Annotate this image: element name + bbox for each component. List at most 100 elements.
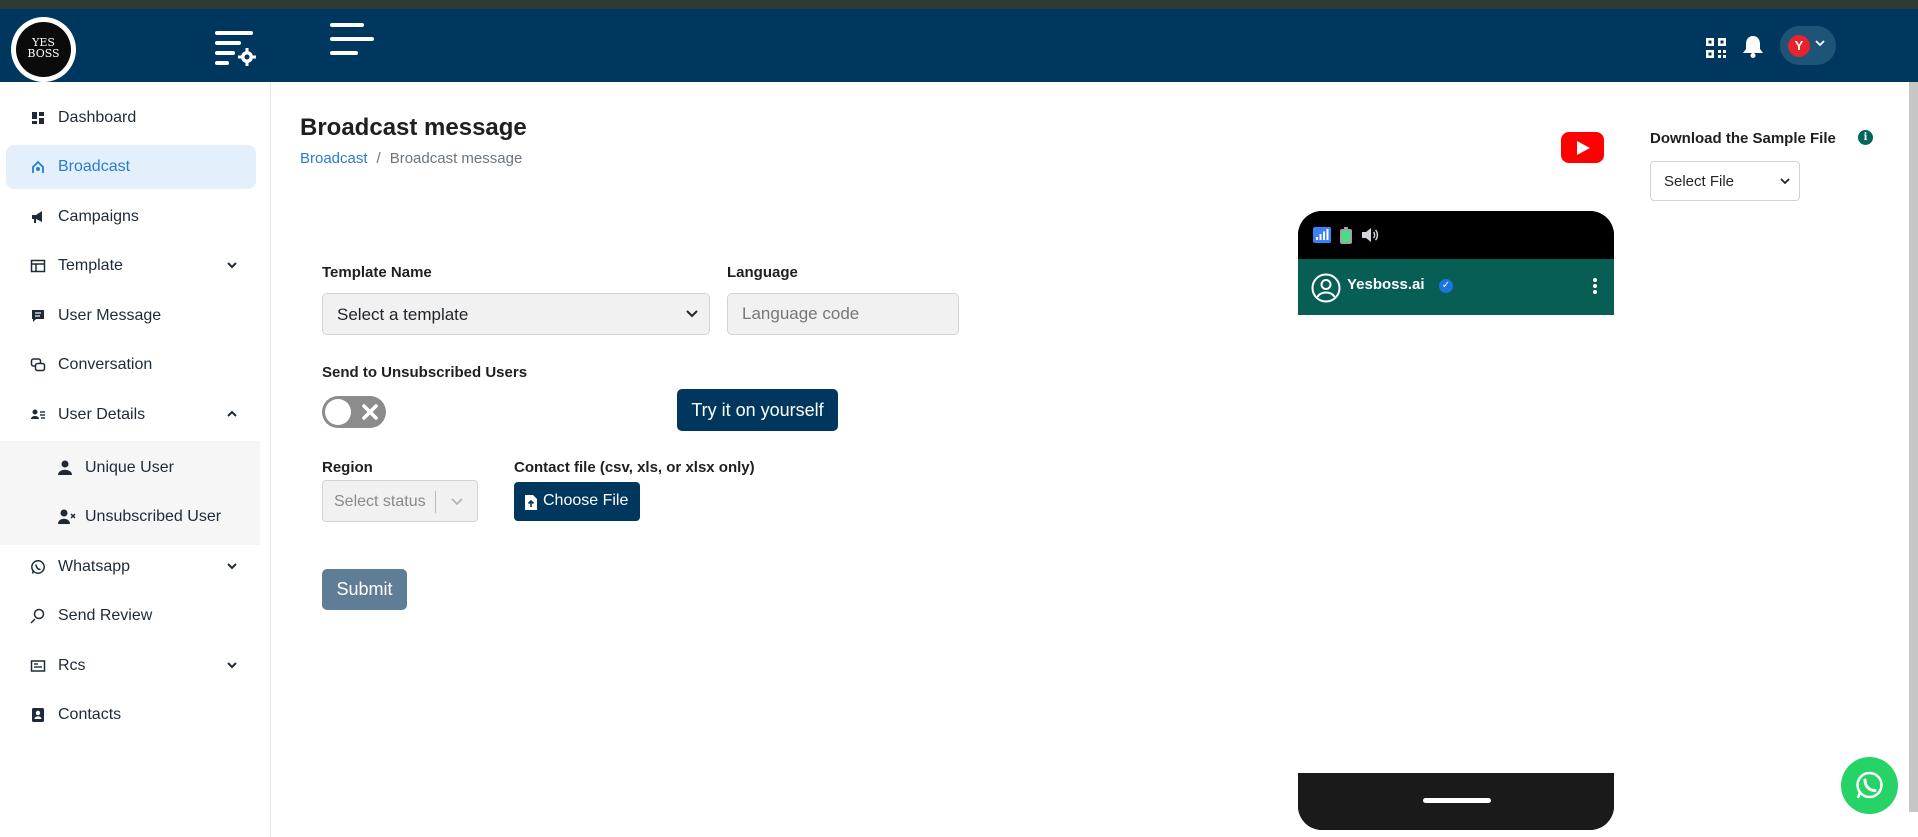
user-icon: [58, 460, 72, 475]
browser-top-strip: [0, 0, 1918, 9]
rcs-icon: [30, 660, 46, 672]
sidebar-item-broadcast[interactable]: Broadcast: [6, 145, 256, 189]
sidebar-item-conversation[interactable]: Conversation: [6, 343, 256, 387]
sidebar-item-campaigns[interactable]: Campaigns: [6, 195, 256, 239]
template-icon: [30, 259, 46, 273]
user-details-icon: [31, 409, 45, 419]
download-sample-label: Download the Sample File: [1650, 130, 1836, 147]
sidebar-item-user-details[interactable]: User Details: [6, 393, 256, 437]
unsubscribed-users-label: Send to Unsubscribed Users: [322, 364, 528, 381]
qr-code-icon[interactable]: [1706, 38, 1726, 58]
close-icon: [362, 404, 378, 420]
home-indicator: [1423, 798, 1491, 803]
sidebar: Dashboard Broadcast Campaigns Template U…: [0, 82, 271, 837]
brand-logo[interactable]: YES BOSS: [11, 17, 76, 82]
breadcrumb: Broadcast / Broadcast message: [300, 150, 522, 167]
sample-file-select-value: Select File: [1664, 173, 1735, 190]
chat-contact-name: Yesboss.ai: [1347, 276, 1425, 293]
try-it-yourself-button[interactable]: Try it on yourself: [677, 389, 838, 431]
region-select-placeholder: Select status: [334, 493, 426, 510]
contact-file-label: Contact file (csv, xls, or xlsx only): [514, 459, 755, 476]
language-label: Language: [727, 264, 798, 281]
dashboard-icon: [32, 112, 44, 124]
choose-file-button[interactable]: Choose File: [514, 482, 640, 521]
battery-icon: [1340, 227, 1352, 244]
sidebar-item-send-review[interactable]: Send Review: [6, 594, 256, 638]
user-remove-icon: [58, 509, 76, 524]
whatsapp-chat-button[interactable]: [1841, 757, 1898, 814]
language-input[interactable]: [727, 293, 959, 335]
conversation-icon: [30, 358, 46, 372]
file-upload-icon: [525, 495, 537, 510]
hamburger-menu-icon[interactable]: [330, 23, 375, 57]
sidebar-item-label: Contacts: [58, 706, 122, 723]
menu-settings-icon[interactable]: [215, 31, 257, 67]
breadcrumb-separator: /: [376, 150, 381, 167]
sidebar-item-rcs[interactable]: Rcs: [6, 644, 256, 688]
template-select-value: Select a template: [337, 305, 469, 324]
profile-icon: [1311, 273, 1341, 303]
template-name-label: Template Name: [322, 264, 432, 281]
sidebar-item-whatsapp[interactable]: Whatsapp: [6, 545, 256, 589]
chevron-down-icon: [451, 498, 463, 506]
sample-file-select[interactable]: Select File: [1650, 161, 1800, 201]
page-title: Broadcast message: [300, 114, 527, 141]
chevron-down-icon: [1780, 178, 1790, 185]
more-vertical-icon[interactable]: [1592, 277, 1598, 295]
bell-icon[interactable]: [1743, 36, 1763, 58]
unsubscribed-users-toggle[interactable]: [322, 396, 386, 428]
sidebar-item-label: User Details: [58, 406, 146, 423]
speaker-icon: [1362, 228, 1379, 242]
logo-mark: YES BOSS: [16, 22, 71, 77]
sidebar-item-label: Template: [58, 257, 123, 274]
region-label: Region: [322, 459, 373, 476]
chevron-down-icon: [1815, 40, 1825, 47]
select-divider: [435, 491, 436, 513]
chevron-down-icon: [227, 563, 237, 570]
broadcast-icon: [32, 160, 44, 173]
breadcrumb-current: Broadcast message: [389, 150, 523, 167]
logo-text-line2: BOSS: [27, 47, 60, 60]
chevron-down-icon: [227, 262, 237, 269]
avatar: Y: [1788, 35, 1810, 57]
sidebar-item-dashboard[interactable]: Dashboard: [6, 96, 256, 140]
info-icon[interactable]: i: [1858, 130, 1873, 145]
chat-header: Yesboss.ai ✓: [1298, 259, 1614, 315]
submit-button[interactable]: Submit: [322, 569, 407, 610]
chat-body: [1298, 315, 1614, 773]
phone-preview: Yesboss.ai ✓: [1298, 211, 1614, 830]
signal-icon: [1313, 227, 1331, 243]
template-select[interactable]: Select a template: [322, 293, 710, 335]
user-menu[interactable]: Y: [1780, 26, 1836, 65]
toggle-knob: [325, 399, 351, 425]
sidebar-item-label: Broadcast: [58, 158, 131, 175]
sidebar-subitem-unsubscribed-user[interactable]: Unsubscribed User: [0, 493, 260, 541]
sidebar-item-label: User Message: [58, 307, 162, 324]
region-select[interactable]: Select status: [322, 480, 478, 522]
sidebar-item-template[interactable]: Template: [6, 244, 256, 288]
sidebar-item-label: Send Review: [58, 607, 153, 624]
sidebar-subitem-label: Unique User: [85, 459, 174, 476]
chevron-down-icon: [227, 662, 237, 669]
verified-badge-icon: ✓: [1439, 279, 1453, 293]
sidebar-item-label: Rcs: [58, 657, 86, 674]
youtube-icon[interactable]: [1561, 132, 1604, 163]
whatsapp-icon: [31, 560, 45, 574]
play-icon: [1577, 141, 1590, 155]
sidebar-subitem-label: Unsubscribed User: [85, 508, 222, 525]
page-scrollbar[interactable]: [1909, 82, 1918, 812]
sidebar-item-label: Whatsapp: [58, 558, 131, 575]
sidebar-item-label: Dashboard: [58, 109, 137, 126]
chevron-up-icon: [227, 410, 237, 417]
sidebar-item-contacts[interactable]: Contacts: [6, 693, 256, 737]
top-header: YES BOSS Y: [0, 9, 1918, 82]
user-details-submenu: Unique User Unsubscribed User: [0, 441, 260, 545]
sidebar-subitem-unique-user[interactable]: Unique User: [0, 444, 260, 492]
phone-bottom-bar: [1298, 773, 1614, 830]
choose-file-label: Choose File: [543, 492, 629, 509]
sidebar-item-label: Campaigns: [58, 208, 139, 225]
breadcrumb-link-broadcast[interactable]: Broadcast: [300, 150, 368, 167]
megaphone-icon: [32, 211, 42, 223]
review-icon: [30, 608, 45, 624]
sidebar-item-user-message[interactable]: User Message: [6, 294, 256, 338]
